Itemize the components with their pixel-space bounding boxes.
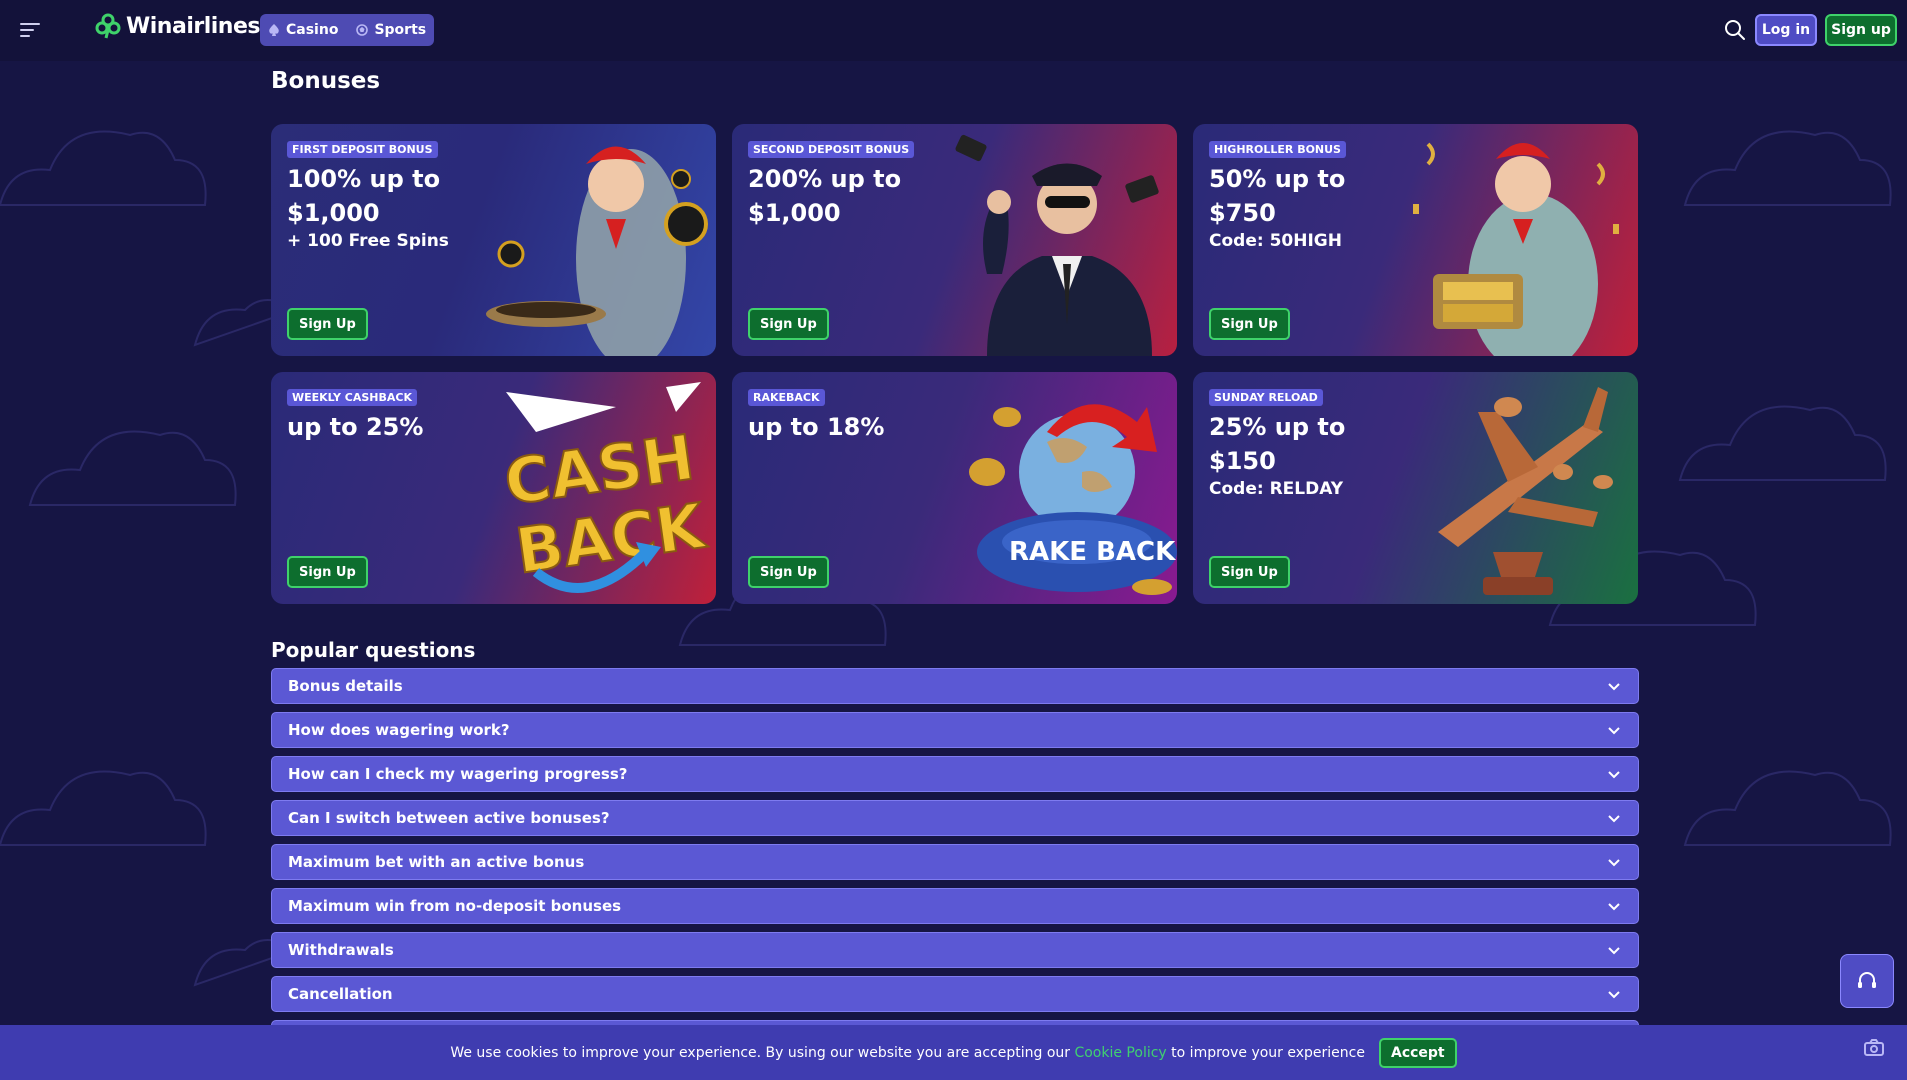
- headset-icon: [1858, 972, 1876, 988]
- rake-back-text: RAKE BACK: [1009, 537, 1176, 567]
- bonus-card-second-deposit: SECOND DEPOSIT BONUS 200% up to $1,000 S…: [732, 124, 1177, 356]
- faq-item[interactable]: Cancellation: [271, 976, 1639, 1012]
- bonus-headline-text: 25% up to $150: [1209, 413, 1346, 475]
- chevron-down-icon: [1608, 771, 1620, 779]
- faq-item[interactable]: Can I switch between active bonuses?: [271, 800, 1639, 836]
- bonus-subline: + 100 Free Spins: [287, 231, 449, 251]
- ball-icon: [356, 24, 369, 36]
- bonus-headline-text: 200% up to $1,000: [748, 165, 902, 227]
- logo[interactable]: Winairlines: [94, 12, 260, 40]
- faq-question: Maximum bet with an active bonus: [288, 853, 585, 871]
- bonus-tag: WEEKLY CASHBACK: [287, 389, 417, 406]
- cookie-policy-link[interactable]: Cookie Policy: [1074, 1045, 1166, 1061]
- bonus-code: Code: RELDAY: [1209, 479, 1344, 499]
- bonus-code: Code: 50HIGH: [1209, 231, 1342, 251]
- cookie-text-after: to improve your experience: [1171, 1044, 1365, 1061]
- faq-item[interactable]: How can I check my wagering progress?: [271, 756, 1639, 792]
- chevron-down-icon: [1608, 859, 1620, 867]
- spade-icon: [269, 24, 279, 36]
- rake-back-globe-illustration: RAKE BACK: [969, 404, 1177, 595]
- bonus-tag: SECOND DEPOSIT BONUS: [748, 141, 915, 158]
- faq-question: How does wagering work?: [288, 721, 510, 739]
- search-icon[interactable]: [1723, 18, 1747, 42]
- bonus-card-weekly-cashback: CASH BACK WEEKLY CASHBACK up to 25% Sign…: [271, 372, 716, 604]
- top-header: Winairlines Casino Sports Log in Sign up: [0, 0, 1907, 61]
- bonus-headline: 50% up to $750 Code: 50HIGH: [1209, 162, 1359, 252]
- tab-casino[interactable]: Casino: [268, 22, 338, 38]
- signup-button[interactable]: Sign up: [1825, 14, 1897, 46]
- chevron-down-icon: [1608, 903, 1620, 911]
- support-chat-button[interactable]: [1840, 954, 1894, 1008]
- bonus-headline: 200% up to $1,000: [748, 162, 988, 230]
- cash-back-illustration: CASH BACK: [499, 382, 712, 593]
- chevron-down-icon: [1608, 991, 1620, 999]
- bonus-tag: SUNDAY RELOAD: [1209, 389, 1323, 406]
- card-signup-button[interactable]: Sign Up: [748, 556, 829, 588]
- bonus-card-rakeback: RAKE BACK RAKEBACK up to 18% Sign Up: [732, 372, 1177, 604]
- chevron-down-icon: [1608, 815, 1620, 823]
- tab-casino-label: Casino: [286, 22, 339, 38]
- bonus-tag: RAKEBACK: [748, 389, 825, 406]
- bonuses-title: Bonuses: [271, 68, 381, 94]
- bonus-headline: 25% up to $150 Code: RELDAY: [1209, 410, 1359, 500]
- card-signup-button[interactable]: Sign Up: [1209, 556, 1290, 588]
- product-tabs: Casino Sports: [260, 14, 435, 46]
- chevron-down-icon: [1608, 947, 1620, 955]
- login-button[interactable]: Log in: [1755, 14, 1817, 46]
- bonus-tag: FIRST DEPOSIT BONUS: [287, 141, 438, 158]
- cookie-text-before: We use cookies to improve your experienc…: [450, 1044, 1071, 1061]
- bonus-headline: up to 18%: [748, 410, 958, 444]
- bonus-card-sunday-reload: SUNDAY RELOAD 25% up to $150 Code: RELDA…: [1193, 372, 1638, 604]
- faq-item[interactable]: Bonus details: [271, 668, 1639, 704]
- card-signup-button[interactable]: Sign Up: [748, 308, 829, 340]
- cookie-text: We use cookies to improve your experienc…: [450, 1045, 1365, 1061]
- faq-question: Can I switch between active bonuses?: [288, 809, 610, 827]
- chevron-down-icon: [1608, 727, 1620, 735]
- bonus-headline: 100% up to $1,000 + 100 Free Spins: [287, 162, 517, 252]
- faq-question: Bonus details: [288, 677, 403, 695]
- faq-title: Popular questions: [271, 638, 476, 662]
- plane-trophy-illustration: [1438, 387, 1613, 595]
- bonus-headline-text: up to 18%: [748, 413, 885, 441]
- faq-question: How can I check my wagering progress?: [288, 765, 628, 783]
- faq-question: Withdrawals: [288, 941, 394, 959]
- bonus-headline-text: up to 25%: [287, 413, 424, 441]
- faq-question: Cancellation: [288, 985, 393, 1003]
- logo-text: Winairlines: [126, 13, 260, 39]
- chevron-down-icon: [1608, 683, 1620, 691]
- clover-logo-icon: [95, 13, 121, 39]
- cookie-banner: We use cookies to improve your experienc…: [0, 1025, 1907, 1080]
- faq-item[interactable]: Maximum win from no-deposit bonuses: [271, 888, 1639, 924]
- card-signup-button[interactable]: Sign Up: [287, 308, 368, 340]
- bonus-headline-text: 100% up to $1,000: [287, 165, 441, 227]
- bonus-card-first-deposit: FIRST DEPOSIT BONUS 100% up to $1,000 + …: [271, 124, 716, 356]
- menu-icon[interactable]: [18, 18, 42, 42]
- card-signup-button[interactable]: Sign Up: [287, 556, 368, 588]
- faq-question: Maximum win from no-deposit bonuses: [288, 897, 622, 915]
- faq-item[interactable]: Maximum bet with an active bonus: [271, 844, 1639, 880]
- tab-sports-label: Sports: [374, 22, 427, 38]
- faq-item[interactable]: Withdrawals: [271, 932, 1639, 968]
- stewardess-gold-illustration: [1413, 142, 1619, 356]
- bonus-card-highroller: HIGHROLLER BONUS 50% up to $750 Code: 50…: [1193, 124, 1638, 356]
- pilot-illustration: [955, 134, 1159, 356]
- faq-item[interactable]: How does wagering work?: [271, 712, 1639, 748]
- bonus-headline: up to 25%: [287, 410, 497, 444]
- card-signup-button[interactable]: Sign Up: [1209, 308, 1290, 340]
- camera-icon[interactable]: [1862, 1036, 1886, 1060]
- accept-cookies-button[interactable]: Accept: [1378, 1037, 1457, 1068]
- bonus-tag: HIGHROLLER BONUS: [1209, 141, 1346, 158]
- bonus-headline-text: 50% up to $750: [1209, 165, 1346, 227]
- tab-sports[interactable]: Sports: [356, 22, 426, 38]
